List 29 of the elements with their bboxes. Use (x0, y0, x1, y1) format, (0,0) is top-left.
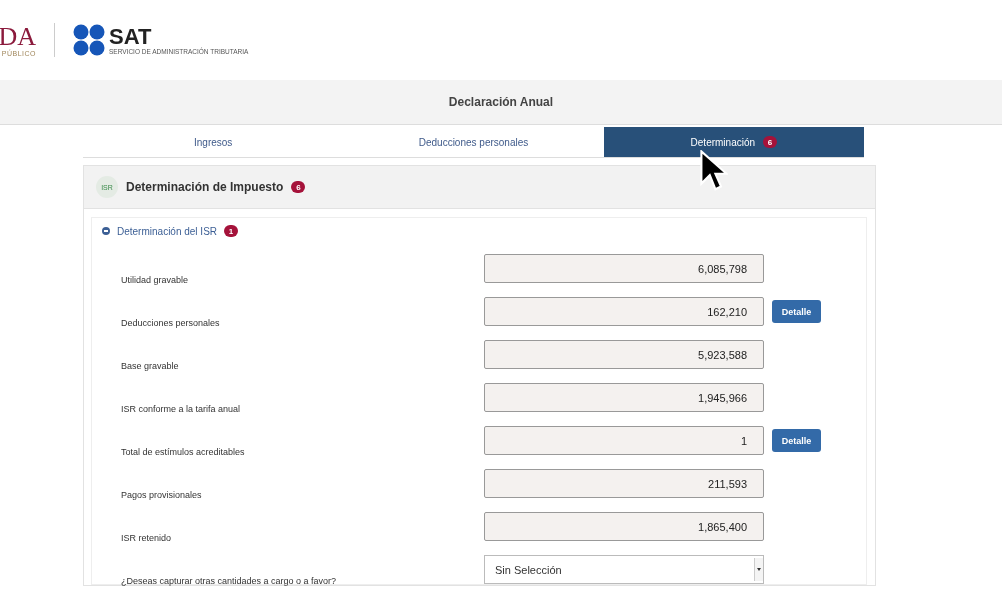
field-label: ISR retenido (120, 533, 173, 543)
field-label: Deducciones personales (120, 318, 221, 328)
count-badge: 6 (291, 181, 306, 193)
detail-button[interactable]: Detalle (772, 429, 821, 452)
amount-field[interactable]: 211,593 (484, 469, 764, 498)
logo-text: DA (0, 23, 36, 50)
collapse-icon (102, 227, 110, 235)
field-label: Utilidad gravable (120, 275, 190, 285)
detail-button[interactable]: Detalle (772, 300, 821, 323)
amount-field[interactable]: 6,085,798 (484, 254, 764, 283)
amount-field[interactable]: 162,210 (484, 297, 764, 326)
amount-field[interactable]: 1 (484, 426, 764, 455)
four-circles-icon (73, 24, 105, 56)
field-label: ¿Deseas capturar otras cantidades a cargo o a favor? (120, 576, 338, 586)
amount-field[interactable]: 1,945,966 (484, 383, 764, 412)
field-label: Total de estímulos acreditables (120, 447, 246, 457)
field-label: Pagos provisionales (120, 490, 203, 500)
select-field[interactable]: Sin Selección (484, 555, 764, 584)
tab[interactable]: Determinación 6 (603, 127, 864, 157)
panel-title: Determinación de Impuesto (126, 180, 284, 194)
amount-field[interactable]: 1,865,400 (484, 512, 764, 541)
field-label: ISR conforme a la tarifa anual (120, 404, 242, 414)
field-label: Base gravable (120, 361, 180, 371)
count-badge: 1 (224, 225, 239, 237)
logo-text: SAT (109, 25, 152, 48)
dropdown-arrow-icon (757, 568, 761, 571)
count-badge: 6 (763, 136, 778, 148)
amount-field[interactable]: 5,923,588 (484, 340, 764, 369)
page-title: Declaración Anual (448, 95, 554, 109)
